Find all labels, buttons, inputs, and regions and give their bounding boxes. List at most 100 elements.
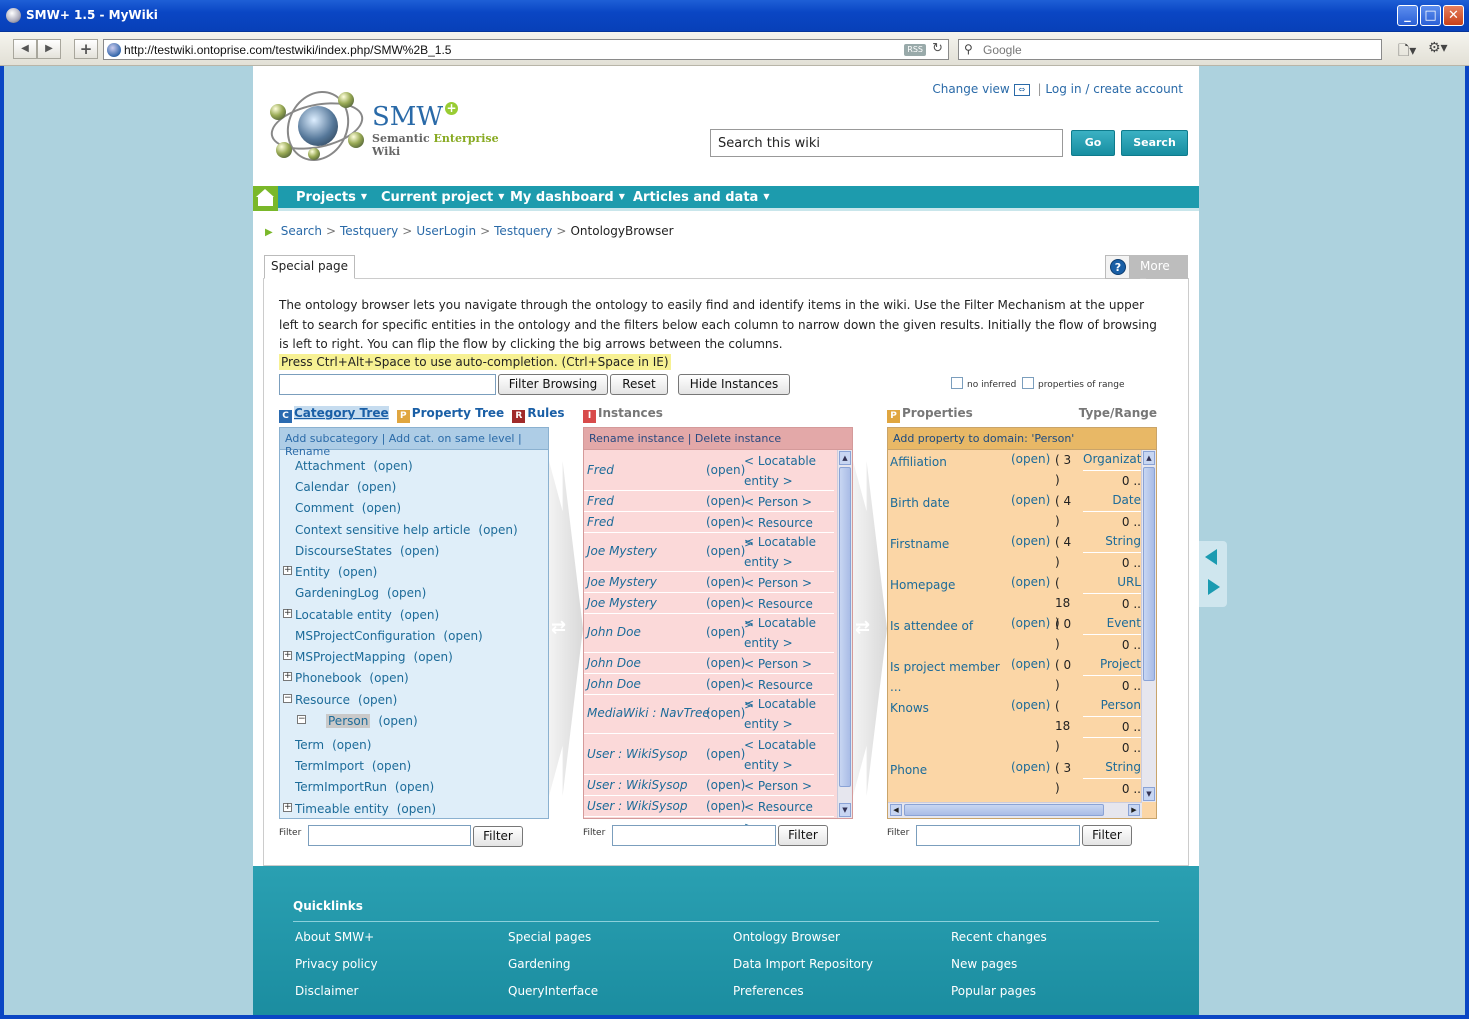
filter-browsing-button[interactable]: Filter Browsing (498, 374, 608, 395)
footer-link[interactable]: Privacy policy (295, 957, 378, 971)
category-actions[interactable]: Add subcategory | Add cat. on same level… (280, 428, 548, 458)
prop-scroll-up-icon[interactable]: ▲ (1143, 451, 1155, 465)
property-name[interactable]: Is project member ... (890, 657, 1008, 697)
nav-my-dashboard[interactable]: My dashboard ▼ (510, 190, 625, 205)
help-button[interactable]: ? (1105, 255, 1130, 279)
instance-name[interactable]: Joe Mystery (587, 596, 657, 610)
scroll-thumb[interactable] (839, 467, 851, 787)
expand-toggle-icon[interactable]: + (283, 672, 292, 681)
hscroll-thumb[interactable] (904, 804, 1104, 816)
property-type[interactable]: URL (1083, 575, 1141, 589)
property-open-link[interactable]: (open) (1011, 493, 1050, 507)
property-open-link[interactable]: (open) (1011, 575, 1050, 589)
flip-arrow-2[interactable]: ⇄ (853, 461, 887, 796)
instance-open-link[interactable]: (open) (706, 515, 745, 529)
category-label[interactable]: Context sensitive help article (295, 523, 470, 537)
property-row[interactable]: Is attendee of (open) ( 0 ) Event 0 .. (888, 614, 1141, 655)
property-open-link[interactable]: (open) (1011, 452, 1050, 466)
category-label[interactable]: DiscourseStates (295, 544, 392, 558)
expand-toggle-icon[interactable]: + (283, 566, 292, 575)
instance-row[interactable]: Joe Mystery (open) < Person > (584, 572, 834, 593)
properties-vscrollbar[interactable]: ▲ ▼ (1141, 450, 1156, 802)
go-button[interactable]: Go (1071, 130, 1115, 156)
expand-toggle-icon[interactable]: − (283, 694, 292, 703)
minimize-button[interactable]: _ (1397, 5, 1418, 26)
filter-button-properties[interactable]: Filter (1082, 825, 1132, 846)
property-row[interactable]: Affiliation(open) ( 3 ) Organization 0 .. (888, 450, 1141, 491)
instance-name[interactable]: Joe Mystery (587, 544, 657, 558)
category-open-link[interactable]: (open) (338, 565, 377, 579)
category-open-link[interactable]: (open) (378, 714, 417, 728)
category-open-link[interactable]: (open) (357, 480, 396, 494)
change-view-link[interactable]: Change view (932, 82, 1009, 96)
property-type[interactable]: Project (1083, 657, 1141, 671)
filter-input-instances[interactable] (612, 825, 776, 846)
instance-type[interactable]: < Person > (744, 776, 824, 796)
crumb-search[interactable]: Search (281, 224, 322, 238)
nav-projects[interactable]: Projects ▼ (296, 190, 367, 205)
scroll-down-icon[interactable]: ▼ (839, 803, 851, 817)
tab-property-tree[interactable]: Property Tree (412, 406, 504, 420)
instance-name[interactable]: User : WikiSysop (587, 747, 687, 761)
tab-rules[interactable]: Rules (527, 406, 564, 420)
filter-button-instances[interactable]: Filter (778, 825, 828, 846)
category-open-link[interactable]: (open) (400, 544, 439, 558)
footer-link[interactable]: Popular pages (951, 984, 1036, 998)
footer-link[interactable]: QueryInterface (508, 984, 598, 998)
forward-icon[interactable]: ▶ (37, 39, 61, 59)
nav-current-project[interactable]: Current project ▼ (381, 190, 504, 205)
property-row[interactable]: Is project member ... (open) ( 0 ) Project 0… (888, 655, 1141, 697)
instance-row[interactable]: Joe Mystery (open) < Locatable entity > (584, 532, 834, 572)
crumb-userlogin[interactable]: UserLogin (416, 224, 476, 238)
crumb-testquery[interactable]: Testquery (340, 224, 398, 238)
instance-name[interactable]: User : WikiSysop (587, 778, 687, 792)
instance-name[interactable]: Joe Mystery (587, 575, 657, 589)
instance-name[interactable]: John Doe (587, 677, 641, 691)
property-name[interactable]: Firstname (890, 534, 1008, 554)
instance-type[interactable]: < Locatable entity > (744, 694, 824, 734)
instance-name[interactable]: MediaWiki : NavTree (587, 706, 710, 720)
instance-row[interactable]: Fred (open) < Person > (584, 491, 834, 512)
property-type[interactable]: Event (1083, 616, 1141, 630)
category-label[interactable]: Term (295, 738, 324, 752)
more-menu[interactable]: More ▼ (1130, 255, 1188, 286)
instance-row[interactable]: User : WikiSysop (open) < Person > (584, 775, 834, 796)
tab-special-page[interactable]: Special page (264, 255, 356, 279)
instance-open-link[interactable]: (open) (706, 747, 745, 761)
category-open-link[interactable]: (open) (478, 523, 517, 537)
instance-name[interactable]: Fred (587, 494, 614, 508)
property-row[interactable]: Firstname (open) ( 4 ) String 0 .. (888, 532, 1141, 573)
category-open-link[interactable]: (open) (358, 693, 397, 707)
category-open-link[interactable]: (open) (414, 650, 453, 664)
expand-toggle-icon[interactable]: + (283, 651, 292, 660)
filter-input-category[interactable] (308, 825, 471, 846)
footer-link[interactable]: Gardening (508, 957, 571, 971)
property-name[interactable]: Phone (890, 760, 1008, 780)
instance-row[interactable]: Fred (open) < Resource > (584, 512, 834, 550)
login-link[interactable]: Log in / create account (1045, 82, 1183, 96)
property-type[interactable]: Date (1083, 493, 1141, 507)
instance-row[interactable]: John Doe (open) < Resource > (584, 674, 834, 712)
hscroll-left-icon[interactable]: ◀ (890, 804, 902, 816)
instance-actions[interactable]: Rename instance | Delete instance (584, 428, 852, 450)
property-type[interactable]: String (1083, 760, 1141, 774)
category-open-link[interactable]: (open) (395, 780, 434, 794)
tab-category-tree[interactable]: Category Tree (294, 406, 389, 420)
category-open-link[interactable]: (open) (400, 608, 439, 622)
prop-scroll-down-icon[interactable]: ▼ (1143, 787, 1155, 801)
category-label[interactable]: Phonebook (295, 671, 361, 685)
property-open-link[interactable]: (open) (1011, 657, 1050, 671)
property-open-link[interactable]: (open) (1011, 698, 1050, 712)
expand-toggle-icon[interactable]: − (297, 715, 306, 724)
property-name[interactable]: Affiliation (890, 452, 1008, 472)
instances-scrollbar[interactable]: ▲ ▼ (837, 450, 852, 818)
category-open-link[interactable]: (open) (369, 671, 408, 685)
property-type[interactable]: String (1083, 534, 1141, 548)
instance-type[interactable]: < Locatable entity > (744, 532, 824, 572)
expand-toggle-icon[interactable]: + (283, 803, 292, 812)
category-label[interactable]: Comment (295, 501, 354, 515)
property-type[interactable]: Person (1083, 698, 1141, 712)
category-open-link[interactable]: (open) (373, 459, 412, 473)
footer-link[interactable]: Ontology Browser (733, 930, 840, 944)
property-name[interactable]: Knows (890, 698, 1008, 718)
